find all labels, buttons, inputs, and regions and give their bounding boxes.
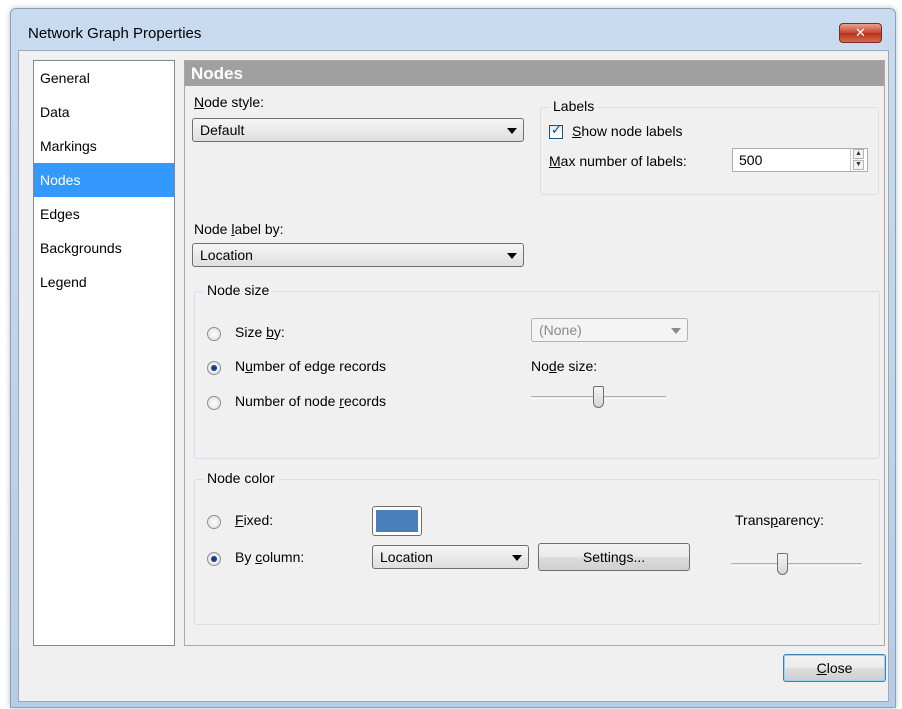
close-button[interactable]: Close — [783, 654, 886, 682]
color-swatch-fill — [376, 510, 418, 532]
fixed-color-radio[interactable] — [207, 515, 221, 529]
node-color-group-title: Node color — [203, 470, 279, 486]
node-label-by-value: Location — [200, 247, 253, 263]
chevron-down-icon — [512, 555, 522, 561]
window-title: Network Graph Properties — [28, 25, 202, 42]
title-bar[interactable]: Network Graph Properties ✕ — [11, 9, 895, 51]
transparency-slider-track[interactable] — [731, 563, 862, 566]
nav-item-data[interactable]: Data — [34, 95, 174, 129]
node-style-value: Default — [200, 122, 245, 138]
size-by-value: (None) — [539, 322, 582, 338]
chevron-down-icon — [671, 328, 681, 334]
edge-records-label: Number of edge records — [235, 358, 386, 374]
chevron-down-icon — [507, 253, 517, 259]
node-color-group: Node color Fixed: Transparency: By colum… — [194, 470, 880, 625]
show-node-labels-checkbox[interactable]: ✓ — [549, 122, 563, 139]
edge-records-radio[interactable] — [207, 361, 221, 375]
node-style-dropdown[interactable]: Default — [192, 118, 524, 142]
by-column-value: Location — [380, 549, 433, 565]
by-column-dropdown[interactable]: Location — [372, 545, 529, 569]
node-records-radio[interactable] — [207, 396, 221, 410]
nodes-panel: Nodes Node style: Default Labels ✓ Show … — [184, 60, 885, 646]
max-labels-label: Max number of labels: — [549, 153, 687, 169]
panel-header: Nodes — [185, 61, 884, 86]
node-size-group: Node size Size by: (None) Number of edge… — [194, 282, 880, 459]
node-label-by-label: Node label by: — [194, 221, 284, 237]
transparency-slider-thumb[interactable] — [777, 553, 789, 575]
node-label-by-dropdown[interactable]: Location — [192, 243, 524, 267]
size-by-label: Size by: — [235, 324, 285, 340]
node-size-slider-label: Node size: — [531, 358, 598, 374]
spinner-buttons[interactable]: ▲ ▼ — [850, 149, 866, 171]
size-by-radio[interactable] — [207, 327, 221, 341]
dialog-client: General Data Markings Nodes Edges Backgr… — [18, 50, 889, 702]
node-records-label: Number of node records — [235, 393, 386, 409]
nav-item-backgrounds[interactable]: Backgrounds — [34, 231, 174, 265]
spin-up-icon[interactable]: ▲ — [853, 149, 864, 159]
labels-group-title: Labels — [549, 98, 599, 114]
nav-item-legend[interactable]: Legend — [34, 265, 174, 299]
nav-item-nodes[interactable]: Nodes — [34, 163, 174, 197]
settings-button[interactable]: Settings... — [538, 543, 690, 571]
fixed-color-label: Fixed: — [235, 512, 274, 528]
nav-item-edges[interactable]: Edges — [34, 197, 174, 231]
spin-down-icon[interactable]: ▼ — [853, 160, 864, 170]
labels-group: Labels ✓ Show node labels Max number of … — [540, 98, 879, 195]
size-by-dropdown[interactable]: (None) — [531, 318, 688, 342]
dialog-window: Network Graph Properties ✕ General Data … — [10, 8, 896, 708]
chevron-down-icon — [507, 128, 517, 134]
close-window-button[interactable]: ✕ — [839, 23, 882, 43]
node-style-label: Node style: — [194, 94, 265, 110]
checkmark-icon: ✓ — [551, 122, 562, 137]
node-size-group-title: Node size — [203, 282, 274, 298]
max-labels-value: 500 — [739, 152, 763, 168]
category-list: General Data Markings Nodes Edges Backgr… — [33, 60, 175, 646]
max-labels-spinner[interactable]: 500 ▲ ▼ — [732, 148, 868, 172]
show-node-labels-label: Show node labels — [572, 123, 683, 139]
close-icon: ✕ — [855, 25, 866, 40]
node-size-slider-thumb[interactable] — [592, 386, 604, 408]
by-column-label: By column: — [235, 549, 305, 565]
nav-item-general[interactable]: General — [34, 61, 174, 95]
transparency-label: Transparency: — [735, 512, 824, 528]
fixed-color-swatch[interactable] — [372, 506, 422, 536]
nav-item-markings[interactable]: Markings — [34, 129, 174, 163]
by-column-radio[interactable] — [207, 552, 221, 566]
